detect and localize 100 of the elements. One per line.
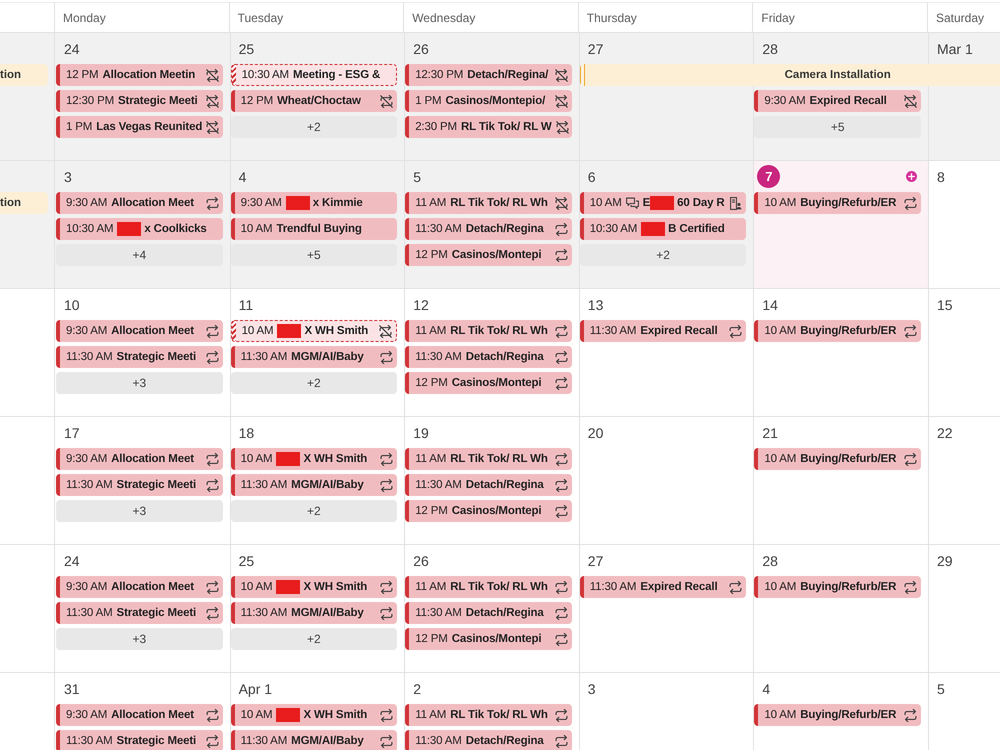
calendar-event[interactable]: 11:30 AM Detach/Regina	[405, 730, 572, 750]
calendar-event[interactable]: 10 AM X WH Smith	[230, 576, 398, 598]
calendar-event[interactable]: 11:30 AM Strategic Meeti	[56, 474, 223, 496]
calendar-event[interactable]: 11 AM RL Tik Tok/ RL Wh	[405, 704, 572, 726]
day-number[interactable]: 26	[413, 40, 429, 56]
more-events-button[interactable]: +3	[56, 628, 223, 650]
calendar-event[interactable]: 12:30 PM Detach/Regina/	[405, 64, 572, 86]
day-number[interactable]: 14	[762, 296, 778, 312]
calendar-event[interactable]: 9:30 AM Allocation Meet	[56, 320, 223, 342]
day-number[interactable]: 25	[238, 552, 254, 568]
calendar-event[interactable]: 12 PM Casinos/Montepi	[405, 628, 572, 650]
day-number[interactable]: 4	[238, 168, 246, 184]
calendar-event[interactable]: 11:30 AM Expired Recall	[580, 320, 746, 342]
calendar-event[interactable]: 1 PM Las Vegas Reunited	[56, 116, 223, 138]
all-day-event[interactable]: tion	[0, 192, 48, 214]
more-events-button[interactable]: +3	[56, 500, 223, 522]
day-number[interactable]: 8	[936, 168, 945, 184]
calendar-event[interactable]: 11:30 AM Detach/Regina	[405, 602, 572, 624]
day-number[interactable]: 2	[413, 680, 421, 696]
day-number[interactable]: 22	[936, 424, 953, 440]
calendar-event[interactable]: 10 AM Buying/Refurb/ER	[754, 448, 921, 470]
calendar-event[interactable]: 11:30 AM MGM/AI/Baby	[230, 474, 398, 496]
more-events-button[interactable]: +2	[230, 500, 398, 522]
day-number[interactable]: 20	[588, 424, 604, 440]
more-events-button[interactable]: +2	[580, 244, 746, 266]
calendar-event[interactable]: 11:30 AM MGM/AI/Baby	[230, 346, 398, 368]
calendar-event[interactable]: 9:30 AM x Kimmie	[230, 192, 398, 214]
day-number[interactable]: 31	[64, 680, 80, 696]
day-number[interactable]: 10	[64, 296, 80, 312]
more-events-button[interactable]: +3	[56, 372, 223, 394]
calendar-event[interactable]: 9:30 AM Allocation Meet	[56, 576, 223, 598]
calendar-event[interactable]: 10 AM X WH Smith	[230, 320, 398, 342]
calendar-event[interactable]: 9:30 AM Allocation Meet	[56, 704, 223, 726]
plus-icon[interactable]	[906, 171, 917, 182]
day-number[interactable]: 29	[936, 552, 953, 568]
day-number[interactable]: 24	[64, 40, 80, 56]
calendar-event[interactable]: 12 PM Casinos/Montepi	[405, 244, 572, 266]
more-events-button[interactable]: +2	[230, 628, 398, 650]
calendar-event[interactable]: 11:30 AM Strategic Meeti	[56, 346, 223, 368]
day-number[interactable]: 21	[762, 424, 778, 440]
day-number[interactable]: 18	[238, 424, 254, 440]
calendar-event[interactable]: 11:30 AM Detach/Regina	[405, 474, 572, 496]
calendar-event[interactable]: 10 AM Buying/Refurb/ER	[754, 192, 921, 214]
calendar-event[interactable]: 2:30 PM RL Tik Tok/ RL W	[405, 116, 572, 138]
more-events-button[interactable]: +2	[230, 372, 398, 394]
calendar-event[interactable]: 9:30 AM Allocation Meet	[56, 448, 223, 470]
day-number[interactable]: 28	[762, 40, 778, 56]
day-number[interactable]: 27	[588, 40, 604, 56]
calendar-event[interactable]: 10:30 AM Meeting - ESG &	[230, 64, 398, 86]
calendar-event[interactable]: 1 PM Casinos/Montepio/	[405, 90, 572, 112]
day-number[interactable]: 5	[413, 168, 421, 184]
calendar-event[interactable]: 10 AM X WH Smith	[230, 704, 398, 726]
day-number[interactable]: 27	[588, 552, 604, 568]
calendar-event[interactable]: 11:30 AM Strategic Meeti	[56, 602, 223, 624]
calendar-event[interactable]: 11:30 AM MGM/AI/Baby	[230, 730, 398, 750]
more-events-button[interactable]: +5	[754, 116, 921, 138]
calendar-event[interactable]: 10 AM X WH Smith	[230, 448, 398, 470]
day-number[interactable]: 4	[762, 680, 770, 696]
calendar-event[interactable]: 11 AM RL Tik Tok/ RL Wh	[405, 576, 572, 598]
day-number[interactable]: 25	[238, 40, 254, 56]
day-number[interactable]: 24	[64, 552, 80, 568]
calendar-event[interactable]: 12 PM Casinos/Montepi	[405, 500, 572, 522]
calendar-event[interactable]: 10 AM E 60 Day R	[580, 192, 746, 214]
day-number[interactable]: 17	[64, 424, 80, 440]
day-number[interactable]: Mar 1	[936, 40, 973, 56]
calendar-event[interactable]: 10 AM Buying/Refurb/ER	[754, 576, 921, 598]
all-day-event[interactable]: tion	[0, 64, 48, 86]
day-number[interactable]: 11	[238, 296, 254, 312]
day-number[interactable]: 12	[413, 296, 429, 312]
calendar-event[interactable]: 10:30 AM B Certified	[580, 218, 746, 240]
calendar-event[interactable]: 9:30 AM Allocation Meet	[56, 192, 223, 214]
all-day-event[interactable]: Camera Installation	[580, 64, 1000, 86]
calendar-event[interactable]: 12 PM Allocation Meetin	[56, 64, 223, 86]
calendar-event[interactable]: 10 AM Buying/Refurb/ER	[754, 704, 921, 726]
calendar-event[interactable]: 11 AM RL Tik Tok/ RL Wh	[405, 448, 572, 470]
day-number[interactable]: Apr 1	[238, 680, 272, 696]
calendar-event[interactable]: 11:30 AM Strategic Meeti	[56, 730, 223, 750]
calendar-event[interactable]: 10:30 AM x Coolkicks	[56, 218, 223, 240]
calendar-event[interactable]: 11:30 AM MGM/AI/Baby	[230, 602, 398, 624]
calendar-event[interactable]: 11:30 AM Detach/Regina	[405, 346, 572, 368]
day-number[interactable]: 3	[64, 168, 72, 184]
day-number[interactable]: 3	[588, 680, 596, 696]
calendar-event[interactable]: 11 AM RL Tik Tok/ RL Wh	[405, 192, 572, 214]
day-number[interactable]: 6	[588, 168, 596, 184]
calendar-event[interactable]: 11:30 AM Detach/Regina	[405, 218, 572, 240]
more-events-button[interactable]: +5	[230, 244, 398, 266]
day-number[interactable]: 19	[413, 424, 429, 440]
calendar-event[interactable]: 10 AM Trendful Buying	[230, 218, 398, 240]
day-number[interactable]: 13	[588, 296, 604, 312]
day-number[interactable]: 15	[936, 296, 953, 312]
calendar-event[interactable]: 10 AM Buying/Refurb/ER	[754, 320, 921, 342]
calendar-event[interactable]: 11:30 AM Expired Recall	[580, 576, 746, 598]
calendar-event[interactable]: 12 PM Wheat/Choctaw	[230, 90, 398, 112]
calendar-event[interactable]: 11 AM RL Tik Tok/ RL Wh	[405, 320, 572, 342]
calendar-event[interactable]: 9:30 AM Expired Recall	[754, 90, 921, 112]
calendar-event[interactable]: 12:30 PM Strategic Meeti	[56, 90, 223, 112]
calendar-event[interactable]: 12 PM Casinos/Montepi	[405, 372, 572, 394]
more-events-button[interactable]: +4	[56, 244, 223, 266]
day-number[interactable]: 28	[762, 552, 778, 568]
day-number[interactable]: 26	[413, 552, 429, 568]
